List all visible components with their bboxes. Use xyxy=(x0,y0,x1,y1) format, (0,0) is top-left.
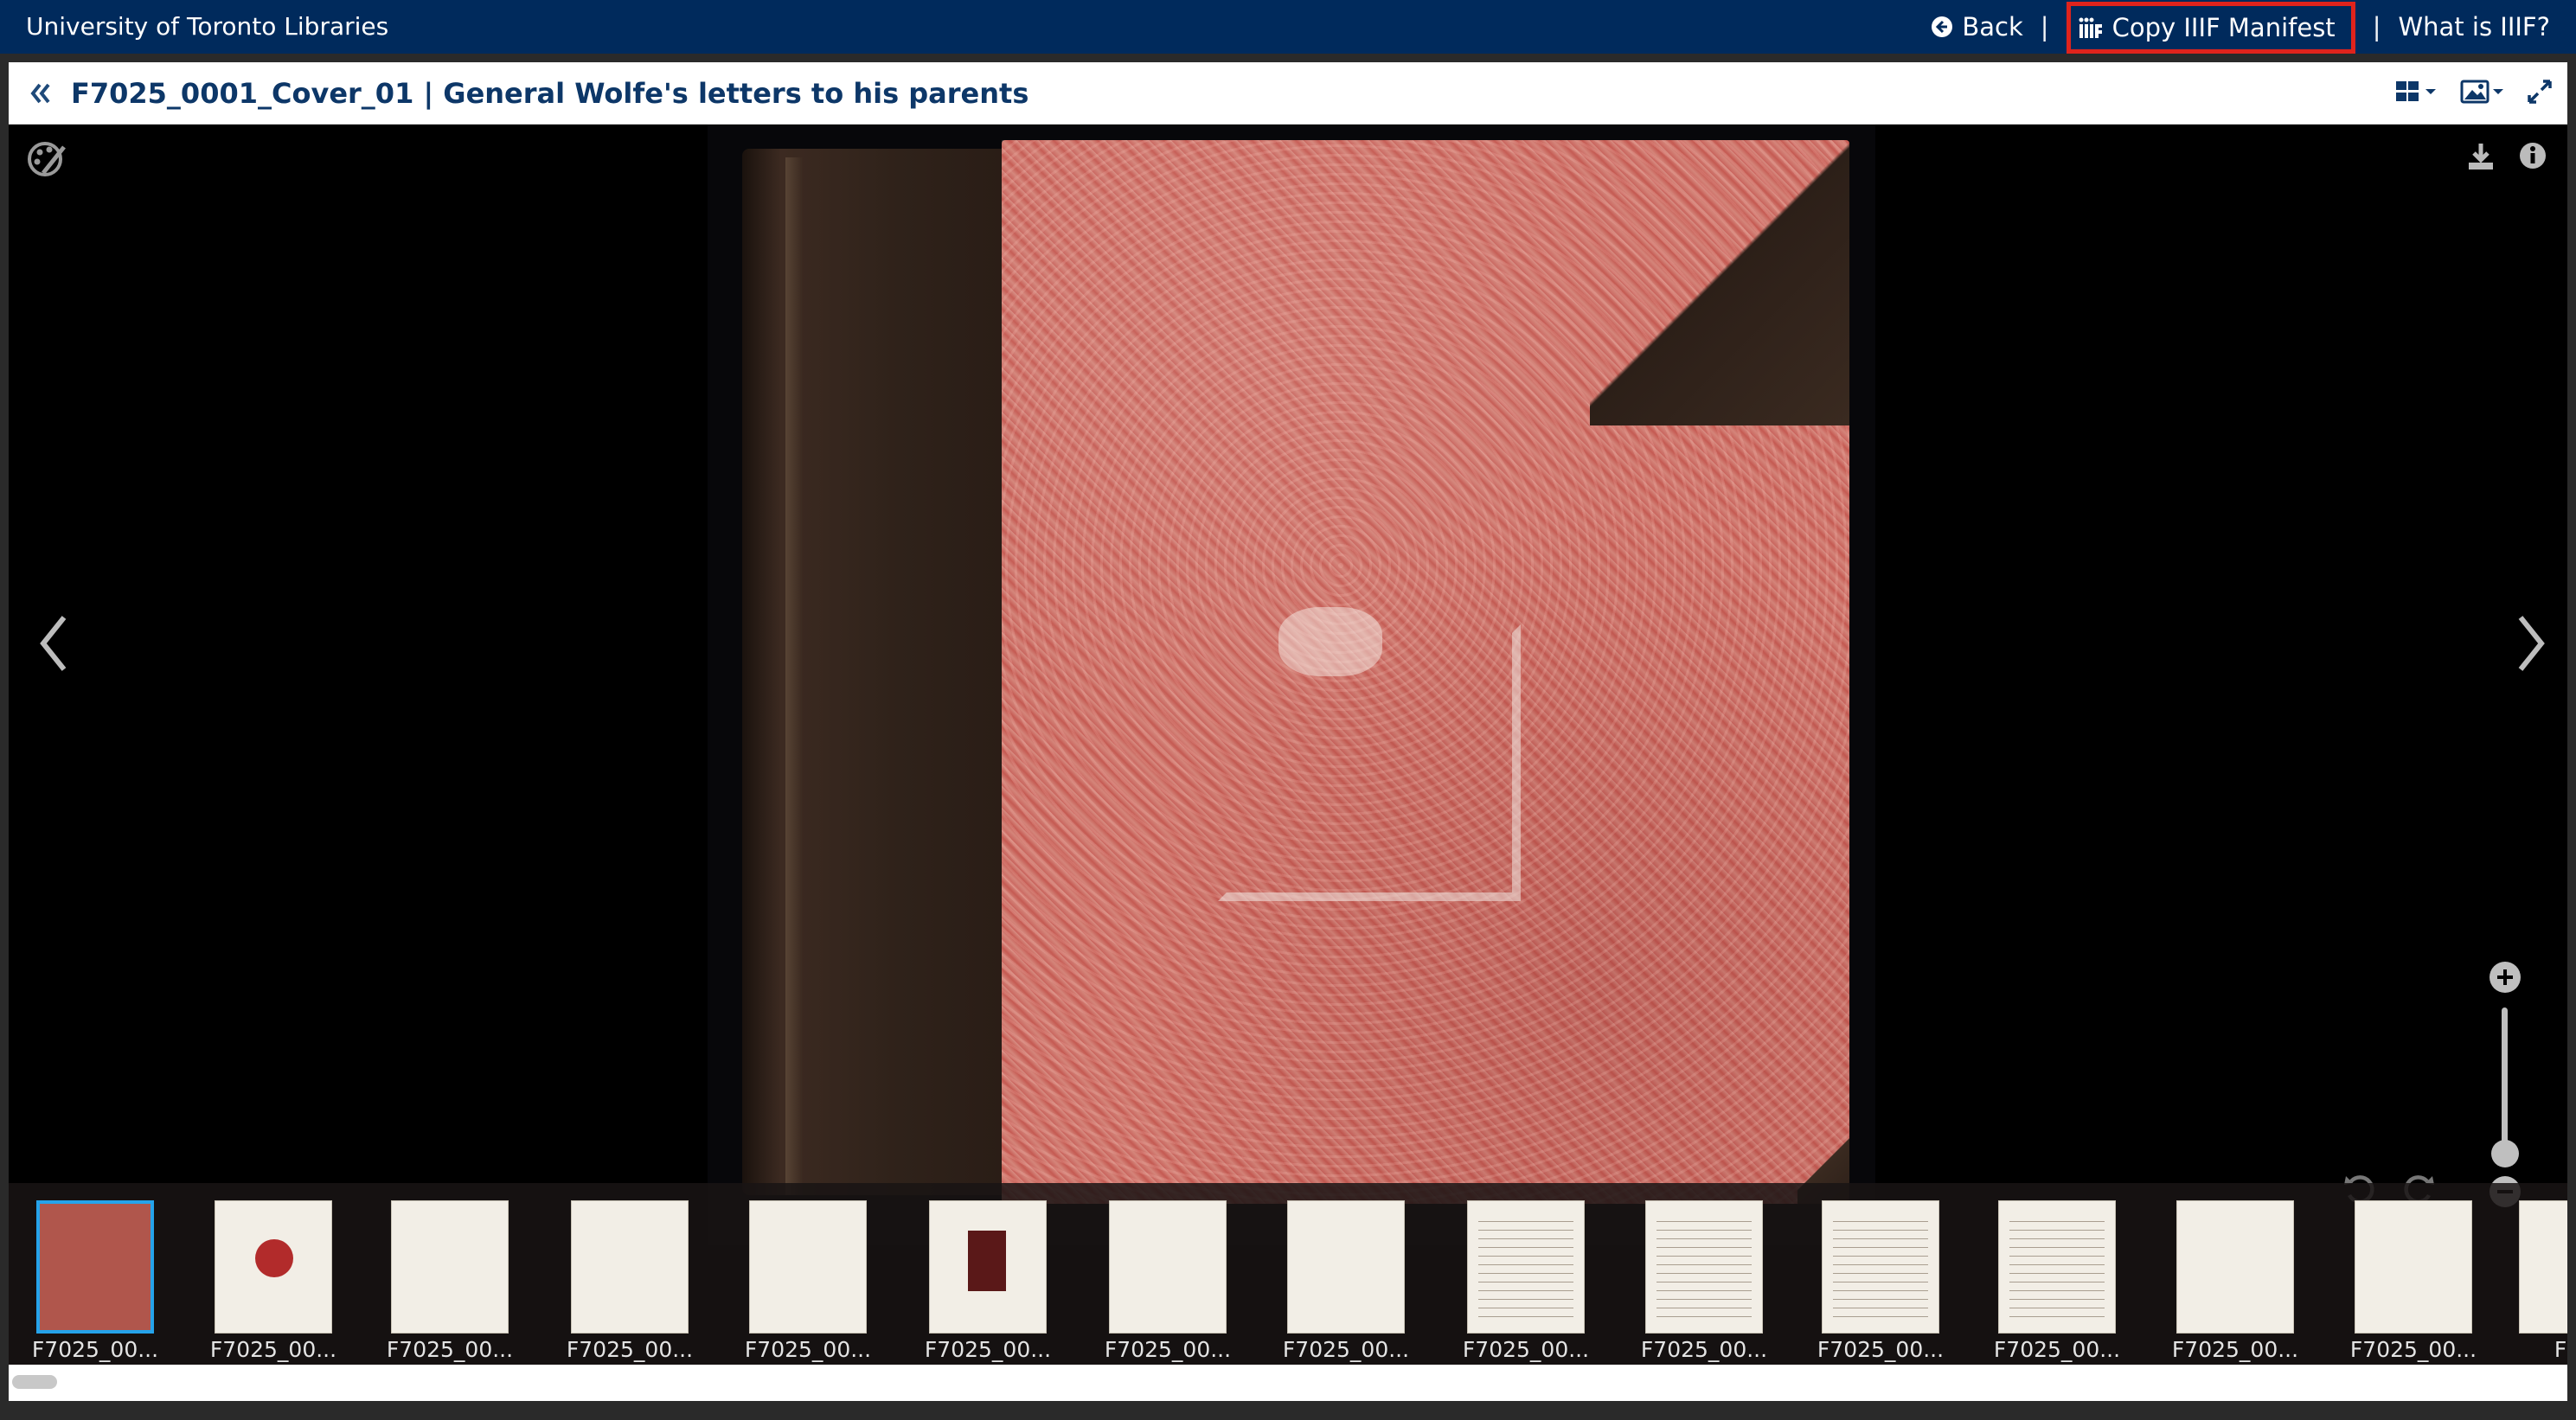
thumbnail-image xyxy=(2355,1200,2472,1334)
thumbnail[interactable]: F7025_00... xyxy=(372,1200,528,1362)
thumbnail-image xyxy=(929,1200,1047,1334)
thumbnail-strip: F7025_00... F7025_00... F7025_00... F702… xyxy=(9,1183,2567,1365)
thumbnail-image xyxy=(1822,1200,1939,1334)
info-icon xyxy=(2520,143,2546,169)
thumbnail-label: F7025_00... xyxy=(924,1337,1052,1362)
thumbnail-label: F7025_00... xyxy=(1462,1337,1590,1362)
palette-icon xyxy=(28,142,66,176)
thumbnail[interactable]: F7025_00... xyxy=(730,1200,886,1362)
double-chevron-left-icon xyxy=(30,83,50,104)
leather-corner xyxy=(1590,140,1849,425)
thumbnail[interactable]: F7025_00... xyxy=(1268,1200,1424,1362)
thumbnail-image xyxy=(36,1200,154,1334)
plus-circle-icon xyxy=(2489,962,2521,993)
thumbnail[interactable]: F7025_00... xyxy=(195,1200,351,1362)
scrollbar-thumb[interactable] xyxy=(12,1375,57,1389)
book-spine xyxy=(742,149,1002,1195)
thumbnail-image xyxy=(391,1200,509,1334)
thumbnail-label: F7025_00... xyxy=(2349,1337,2477,1362)
thumbnail-label: F7025_00... xyxy=(1993,1337,2121,1362)
thumbnail-label: F7025_00... xyxy=(744,1337,872,1362)
thumbnail-image xyxy=(1287,1200,1405,1334)
thumbnail-label: F7025_00... xyxy=(2171,1337,2299,1362)
thumbnail[interactable]: F7025_00... xyxy=(2336,1200,2491,1362)
thumbnail-label: F7025_00... xyxy=(209,1337,337,1362)
thumbnail-image xyxy=(215,1200,332,1334)
thumbnail[interactable]: F7025_00... xyxy=(17,1200,173,1362)
copy-iiif-manifest-button[interactable]: Copy IIIF Manifest xyxy=(2066,2,2355,54)
thumbnail[interactable]: F7025_00... xyxy=(1803,1200,1958,1362)
thumbnail-label: F7025_00... xyxy=(1817,1337,1945,1362)
back-label: Back xyxy=(1962,12,2023,42)
fullscreen-button[interactable] xyxy=(2526,78,2554,109)
thumbnail-label: F7025_00... xyxy=(1104,1337,1232,1362)
iiif-icon xyxy=(2079,17,2102,38)
horizontal-scrollbar[interactable] xyxy=(9,1365,2567,1401)
copy-manifest-label: Copy IIIF Manifest xyxy=(2111,13,2336,42)
zoom-in-button[interactable] xyxy=(2488,960,2522,998)
window-tools xyxy=(2394,76,2554,111)
next-image-button[interactable] xyxy=(2509,609,2552,678)
image-icon xyxy=(2460,80,2503,104)
brand-name[interactable]: University of Toronto Libraries xyxy=(26,0,388,54)
zoom-control xyxy=(2488,960,2522,1219)
window-title-bar: F7025_0001_Cover_01 | General Wolfe's le… xyxy=(9,62,2567,125)
thumbnail[interactable]: F7025_00... xyxy=(552,1200,708,1362)
thumbnail-image xyxy=(1998,1200,2116,1334)
nav-separator: | xyxy=(2040,12,2049,42)
image-tools-toggle[interactable] xyxy=(26,138,69,182)
nav-separator: | xyxy=(2372,12,2381,42)
thumbnail-image xyxy=(749,1200,867,1334)
thumbnail-image xyxy=(2176,1200,2294,1334)
top-bar: University of Toronto Libraries Back | C… xyxy=(0,0,2576,54)
thumbnail-label: F7025_00... xyxy=(1640,1337,1768,1362)
thumbnail-label: F7025_00... xyxy=(1282,1337,1410,1362)
thumbnail[interactable]: F7025_00... xyxy=(910,1200,1066,1362)
thumbnail-label: F7025_00... xyxy=(566,1337,694,1362)
view-mode-button[interactable] xyxy=(2394,78,2443,109)
info-button[interactable] xyxy=(2515,138,2550,176)
thumbnail-label: F7... xyxy=(2554,1337,2567,1362)
thumbnail[interactable]: F7025_00... xyxy=(1626,1200,1782,1362)
download-icon xyxy=(2469,144,2493,170)
thumbnail-image xyxy=(571,1200,689,1334)
previous-image-button[interactable] xyxy=(33,609,76,678)
back-link[interactable]: Back xyxy=(1931,12,2023,42)
back-arrow-icon xyxy=(1932,16,1953,37)
chevron-left-icon xyxy=(40,616,67,671)
chevron-right-icon xyxy=(2518,616,2545,671)
book-cover-board xyxy=(1002,140,1849,1204)
thumbnail[interactable]: F7025_00... xyxy=(1090,1200,1246,1362)
download-button[interactable] xyxy=(2464,138,2498,176)
thumbnail-image xyxy=(2519,1200,2567,1334)
top-nav: Back | Copy IIIF Manifest | What is IIIF… xyxy=(1931,0,2550,54)
what-is-iiif-label: What is IIIF? xyxy=(2398,12,2550,42)
window-title: F7025_0001_Cover_01 | General Wolfe's le… xyxy=(71,77,1029,110)
image-canvas[interactable] xyxy=(9,125,2567,1245)
thumbnail[interactable]: F7... xyxy=(2500,1200,2567,1362)
expand-icon xyxy=(2528,80,2552,104)
image-options-button[interactable] xyxy=(2460,78,2509,109)
thumbnail[interactable]: F7025_00... xyxy=(1979,1200,2135,1362)
thumbnail-image xyxy=(1109,1200,1227,1334)
thumbnail-image xyxy=(1467,1200,1585,1334)
zoom-slider-handle[interactable] xyxy=(2491,1140,2519,1167)
what-is-iiif-link[interactable]: What is IIIF? xyxy=(2398,12,2550,42)
mirador-viewer: F7025_0001_Cover_01 | General Wolfe's le… xyxy=(9,62,2567,1401)
thumbnail-image xyxy=(1645,1200,1763,1334)
zoom-slider-track[interactable] xyxy=(2502,1007,2508,1155)
thumbnail-label: F7025_00... xyxy=(31,1337,159,1362)
grid-view-icon xyxy=(2396,81,2436,101)
canvas-tools xyxy=(2464,138,2550,176)
collapse-sidebar-button[interactable] xyxy=(26,76,55,111)
thumbnail[interactable]: F7025_00... xyxy=(1448,1200,1604,1362)
book-cover-image xyxy=(742,140,1849,1204)
thumbnail-label: F7025_00... xyxy=(386,1337,514,1362)
thumbnail[interactable]: F7025_00... xyxy=(2157,1200,2313,1362)
